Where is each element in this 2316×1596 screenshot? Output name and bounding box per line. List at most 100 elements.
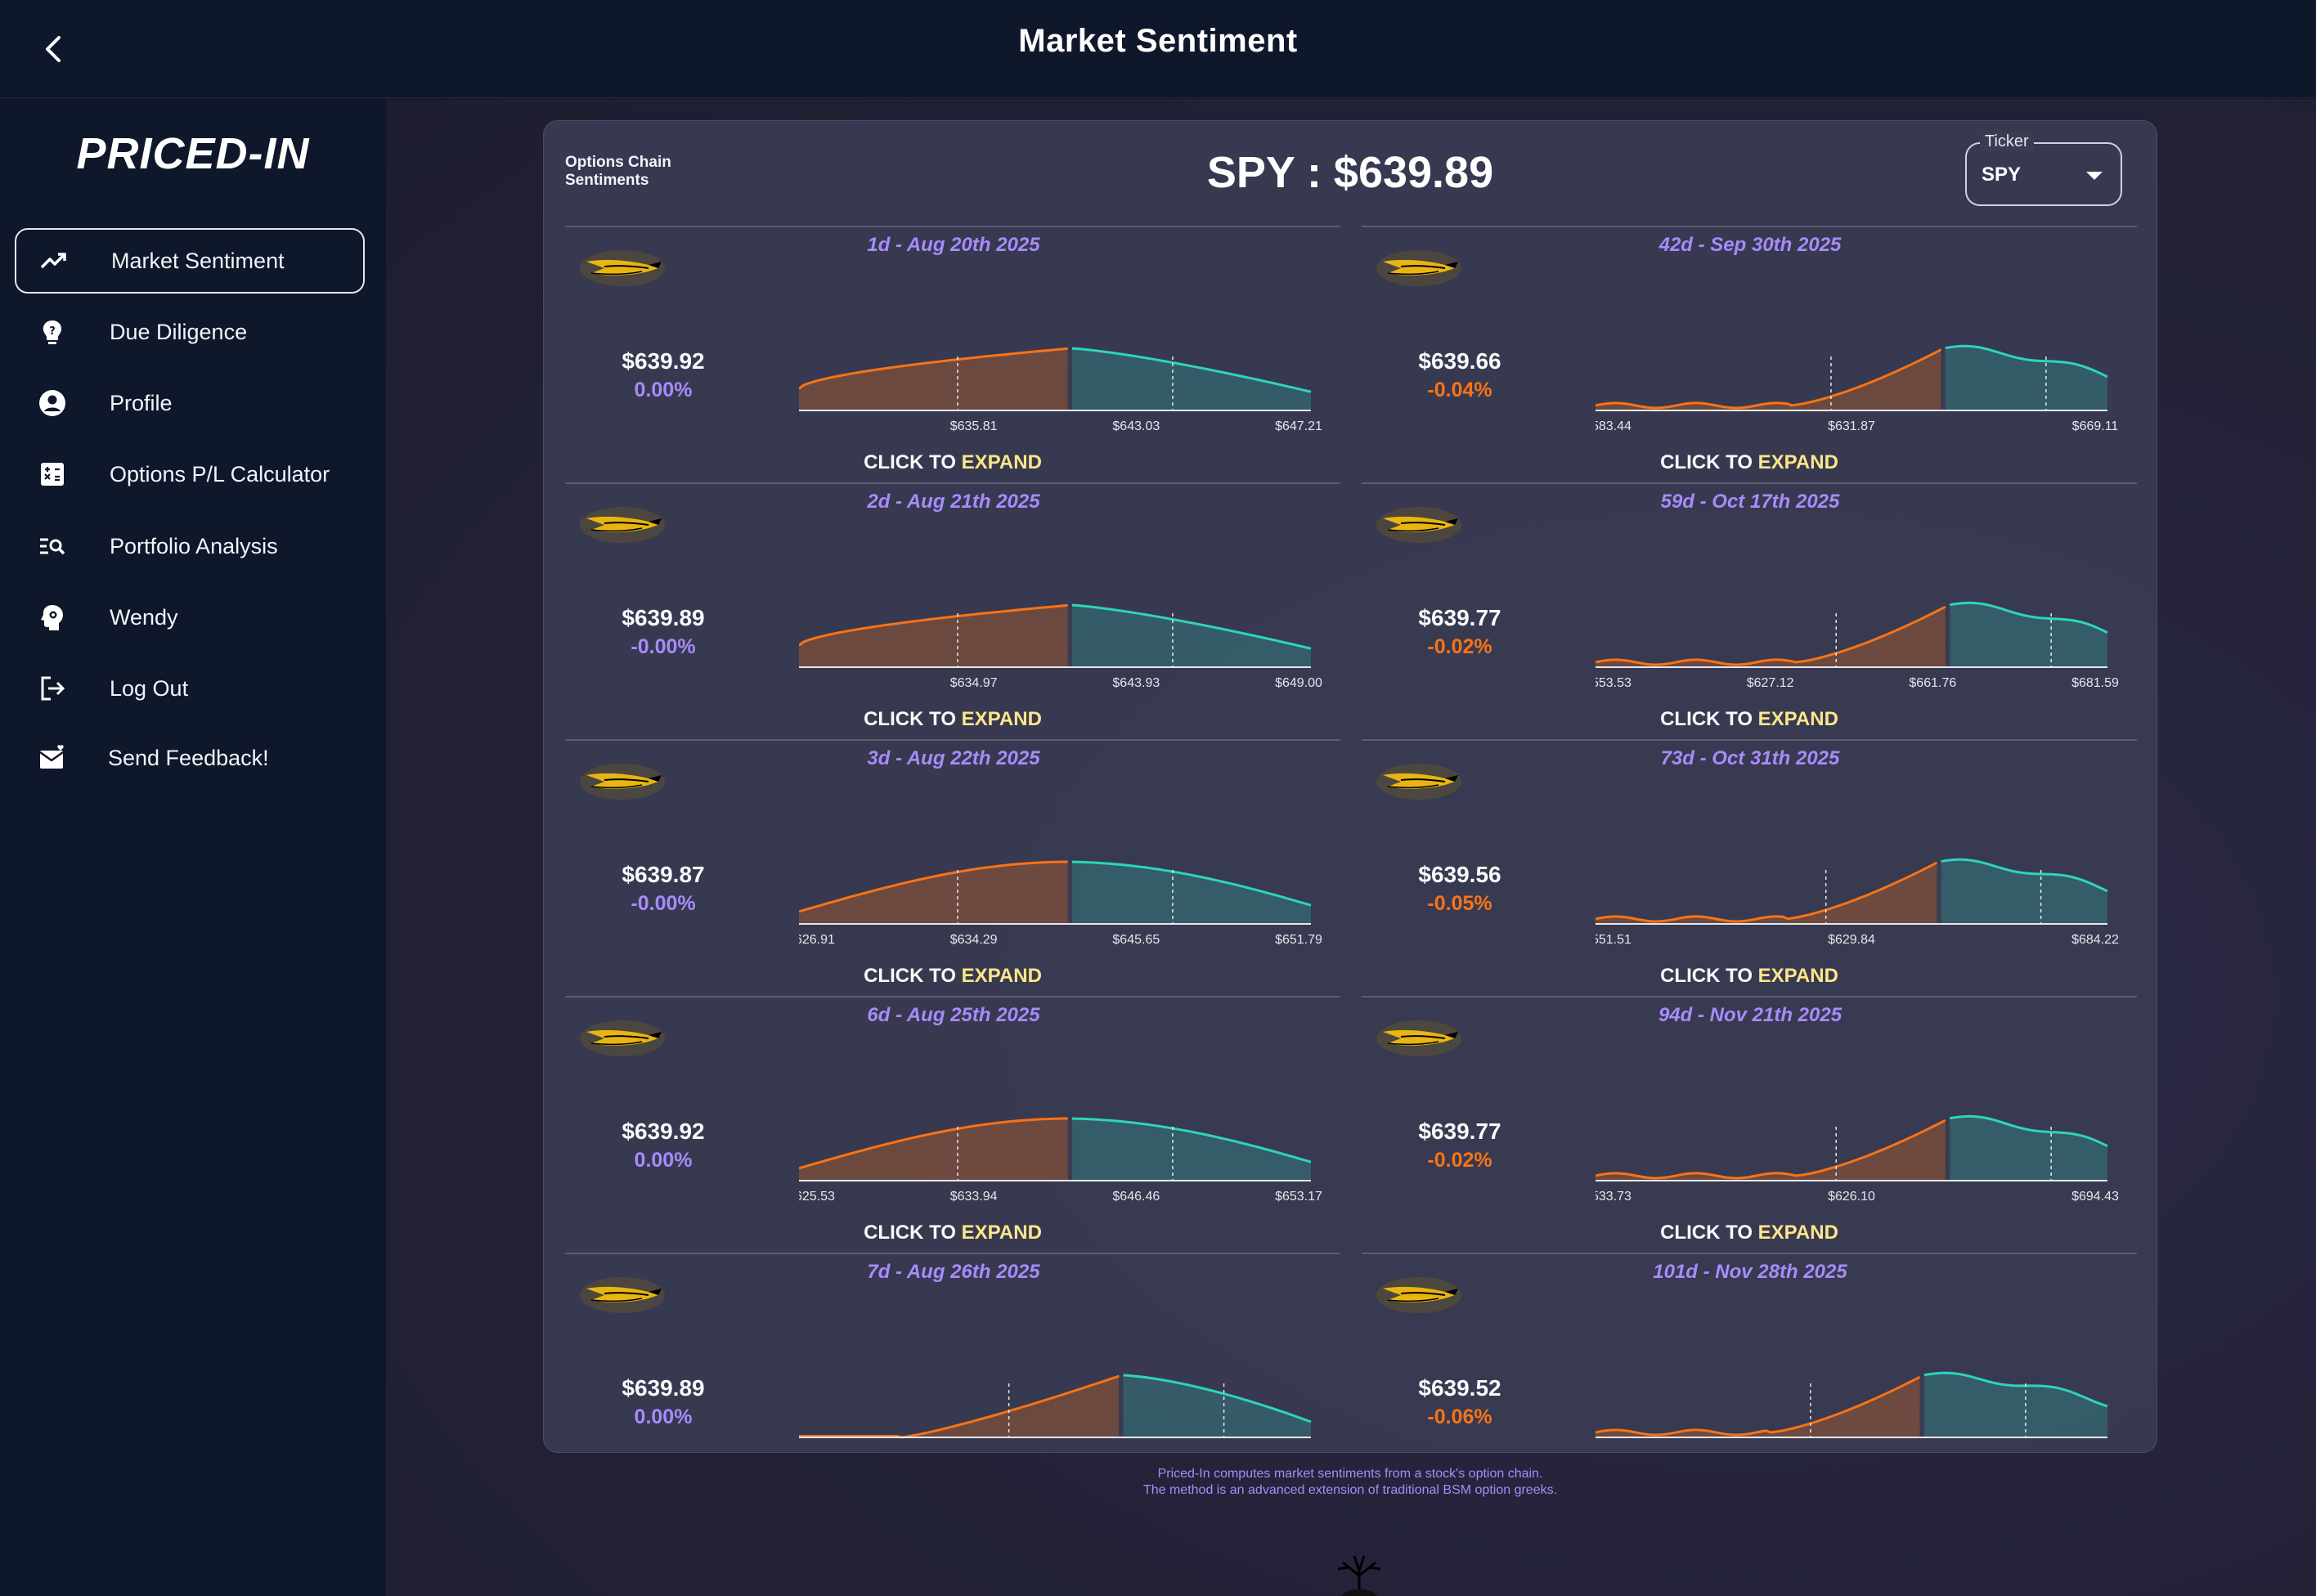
expand-button[interactable]: CLICK TO EXPAND (565, 708, 1340, 731)
expand-button[interactable]: CLICK TO EXPAND (565, 965, 1340, 988)
bearish-area (799, 1119, 1068, 1181)
sentiment-chart: $626.91 $634.29 $645.65 $651.79 (799, 860, 1322, 947)
tick-label: $647.21 (1275, 419, 1322, 433)
calculator-icon (36, 458, 69, 491)
eagle-icon (580, 1277, 665, 1313)
sidebar-item-due-diligence[interactable]: ? Due Diligence (15, 299, 365, 365)
panel-divider (1362, 996, 2137, 998)
bearish-area (799, 605, 1068, 667)
panel-divider (1362, 482, 2137, 484)
sidebar-item-label: Due Diligence (110, 319, 248, 344)
expiry-panel[interactable]: 42d - Sep 30th 2025 $639.66 -0.04% $583.… (1362, 226, 2137, 482)
expiry-price: $639.89 (622, 605, 705, 630)
sidebar-item-portfolio-analysis[interactable]: Portfolio Analysis (15, 513, 365, 579)
eagle-icon (1376, 1277, 1461, 1313)
expiry-panel[interactable]: 59d - Oct 17th 2025 $639.77 -0.02% $553.… (1362, 482, 2137, 738)
expand-prefix: CLICK TO (1660, 708, 1753, 730)
sidebar-item-send-feedback[interactable]: Send Feedback! (15, 725, 365, 791)
expiry-panel[interactable]: 2d - Aug 21th 2025 $639.89 -0.00% $634.9… (565, 482, 1340, 738)
sidebar-item-label: Wendy (110, 604, 178, 630)
bullish-area (1923, 1373, 2107, 1437)
expiry-title: 73d - Oct 31th 2025 (1660, 747, 1840, 769)
sentiment-chart: $551.51 $629.84 $684.22 (1596, 858, 2119, 947)
expiry-change: -0.05% (1427, 892, 1492, 915)
expiry-panel[interactable]: 7d - Aug 26th 2025 $639.89 0.00% (565, 1253, 1340, 1452)
panel-divider (565, 226, 1340, 227)
sidebar-item-options-calculator[interactable]: Options P/L Calculator (15, 442, 365, 507)
main-content: Options Chain Sentiments SPY : $639.89 T… (386, 99, 2316, 1596)
expiry-panel[interactable]: 3d - Aug 22th 2025 $639.87 -0.00% $626.9… (565, 739, 1340, 995)
expiry-price: $639.87 (622, 862, 705, 887)
mail-heart-icon (36, 742, 69, 774)
sidebar-item-wendy[interactable]: Wendy (15, 585, 365, 650)
ticker-select[interactable]: Ticker SPY (1965, 132, 2122, 206)
expiry-price: $639.52 (1418, 1375, 1501, 1401)
bearish-area (1596, 607, 1946, 667)
bullish-area (1123, 1375, 1311, 1437)
expiry-change: -0.00% (631, 892, 696, 915)
expand-prefix: CLICK TO (1660, 451, 1753, 473)
expiry-change: -0.02% (1427, 1149, 1492, 1172)
bearish-area (1596, 1377, 1920, 1437)
eagle-icon (580, 507, 665, 543)
sentiment-chart: $533.73 $626.10 $694.43 (1596, 1114, 2119, 1204)
expand-suffix: EXPAND (1757, 708, 1838, 730)
tick-label: $651.79 (1275, 933, 1322, 947)
eagle-icon (1376, 1020, 1461, 1056)
expiry-panel[interactable]: 73d - Oct 31th 2025 $639.56 -0.05% $551.… (1362, 739, 2137, 995)
expand-suffix: EXPAND (1757, 965, 1838, 987)
expiry-change: -0.02% (1427, 635, 1492, 658)
expiry-panel[interactable]: 6d - Aug 25th 2025 $639.92 0.00% $625.53… (565, 996, 1340, 1252)
expand-button[interactable]: CLICK TO EXPAND (1362, 451, 2137, 474)
expand-prefix: CLICK TO (864, 451, 956, 473)
expiry-title: 2d - Aug 21th 2025 (867, 491, 1040, 513)
expand-button[interactable]: CLICK TO EXPAND (565, 1222, 1340, 1244)
logout-icon (36, 672, 69, 705)
sidebar-item-label: Log Out (110, 675, 189, 701)
sidebar-item-label: Options P/L Calculator (110, 461, 330, 486)
tick-label: $634.97 (950, 676, 998, 690)
sidebar-item-log-out[interactable]: Log Out (15, 656, 365, 721)
expiry-title: 1d - Aug 20th 2025 (867, 234, 1040, 256)
tick-label: $681.59 (2071, 676, 2119, 690)
eagle-icon (1376, 764, 1461, 800)
expand-prefix: CLICK TO (864, 1222, 956, 1244)
sentiment-chart: $553.53 $627.12 $661.76 $681.59 (1596, 601, 2119, 690)
expiry-panel[interactable]: 94d - Nov 21th 2025 $639.77 -0.02% $533.… (1362, 996, 2137, 1252)
expiry-panel[interactable]: 101d - Nov 28th 2025 $639.52 -0.06% (1362, 1253, 2137, 1452)
sidebar-item-label: Portfolio Analysis (110, 533, 278, 558)
bullish-area (1071, 348, 1311, 410)
expiry-panel[interactable]: 1d - Aug 20th 2025 $639.92 0.00% $635.81… (565, 226, 1340, 482)
sidebar-item-market-sentiment[interactable]: Market Sentiment (15, 228, 365, 294)
expand-button[interactable]: CLICK TO EXPAND (1362, 1222, 2137, 1244)
bullish-area (1071, 1119, 1311, 1181)
tick-label: $627.12 (1747, 676, 1794, 690)
lightbulb-question-icon: ? (36, 316, 69, 348)
expand-prefix: CLICK TO (1660, 965, 1753, 987)
eagle-icon (580, 250, 665, 286)
bullish-area (1949, 1116, 2107, 1181)
tick-label: $553.53 (1596, 676, 1632, 690)
bullish-area (1071, 605, 1311, 667)
tick-label: $694.43 (2071, 1190, 2119, 1204)
expiry-change: -0.06% (1427, 1405, 1492, 1428)
expand-button[interactable]: CLICK TO EXPAND (1362, 708, 2137, 731)
tick-label: $626.91 (799, 933, 835, 947)
sentiment-chart: $625.53 $633.94 $646.46 $653.17 (799, 1117, 1322, 1204)
tick-label: $661.76 (1909, 676, 1956, 690)
tick-label: $645.65 (1112, 933, 1160, 947)
expiry-title: 94d - Nov 21th 2025 (1658, 1004, 1842, 1026)
panel-divider (1362, 226, 2137, 227)
sentiment-card: Options Chain Sentiments SPY : $639.89 T… (543, 120, 2157, 1453)
sidebar-item-profile[interactable]: Profile (15, 370, 365, 436)
expand-prefix: CLICK TO (864, 708, 956, 730)
sidebar-item-label: Send Feedback! (108, 745, 269, 770)
tick-label: $643.03 (1112, 419, 1160, 433)
expand-button[interactable]: CLICK TO EXPAND (565, 451, 1340, 474)
tick-label: $634.29 (950, 933, 998, 947)
brain-gear-icon (36, 601, 69, 634)
expand-button[interactable]: CLICK TO EXPAND (1362, 965, 2137, 988)
panel-divider (565, 739, 1340, 741)
expiry-price: $639.77 (1418, 605, 1501, 630)
panel-divider (1362, 739, 2137, 741)
